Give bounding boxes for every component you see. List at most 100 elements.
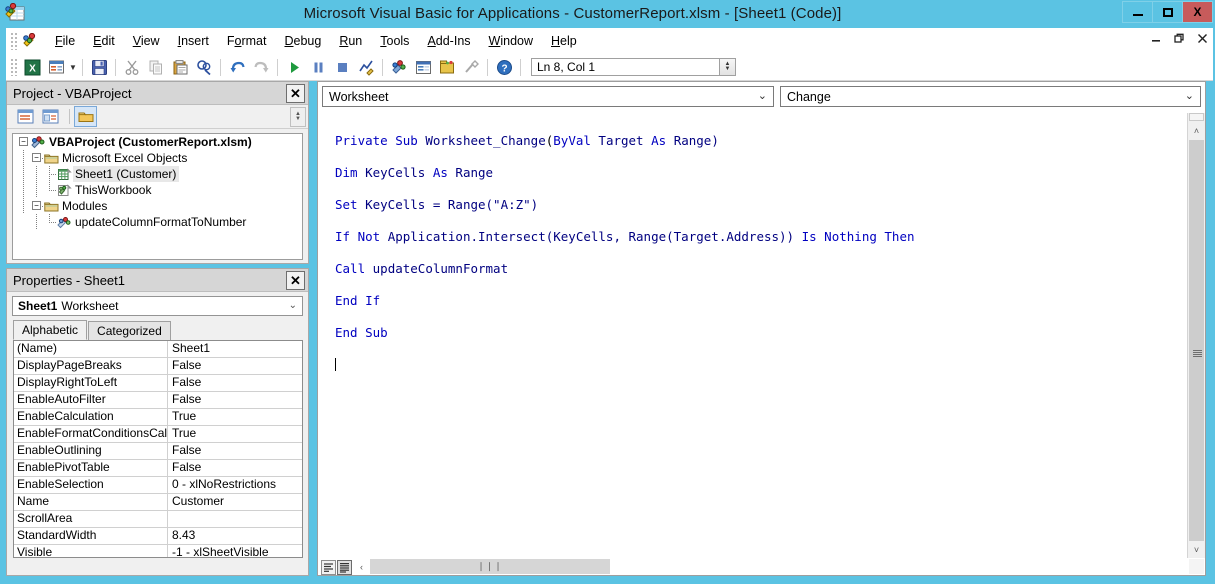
menu-view[interactable]: View bbox=[124, 31, 169, 51]
menu-run[interactable]: Run bbox=[330, 31, 371, 51]
cut-icon[interactable] bbox=[121, 56, 143, 78]
horizontal-scroll-thumb[interactable]: ❘❘❘ bbox=[370, 559, 610, 574]
design-mode-icon[interactable] bbox=[355, 56, 377, 78]
property-value[interactable]: Customer bbox=[168, 494, 302, 510]
doc-minimize-button[interactable] bbox=[1150, 32, 1163, 45]
code-line[interactable]: Private Sub Worksheet_Change(ByVal Targe… bbox=[335, 133, 1188, 149]
minimize-button[interactable] bbox=[1122, 1, 1153, 23]
full-module-view-icon[interactable] bbox=[337, 560, 352, 575]
menu-insert[interactable]: Insert bbox=[169, 31, 218, 51]
scroll-left-arrow-icon[interactable]: ‹ bbox=[353, 558, 370, 575]
menu-debug[interactable]: Debug bbox=[275, 31, 330, 51]
tree-item-sheet1[interactable]: Sheet1 (Customer) bbox=[13, 166, 302, 182]
code-vertical-scrollbar[interactable]: ˄ ˅ bbox=[1187, 113, 1205, 570]
table-row[interactable]: EnableSelection 0 - xlNoRestrictions bbox=[14, 477, 302, 494]
undo-icon[interactable] bbox=[226, 56, 248, 78]
chevron-down-icon[interactable]: ⌄ bbox=[1185, 89, 1194, 102]
code-line[interactable]: End If bbox=[335, 293, 1188, 309]
position-spinner[interactable]: ▲ ▼ bbox=[719, 59, 735, 75]
code-editor[interactable]: Private Sub Worksheet_Change(ByVal Targe… bbox=[319, 113, 1188, 558]
help-icon[interactable]: ? bbox=[493, 56, 515, 78]
table-row[interactable]: EnablePivotTable False bbox=[14, 460, 302, 477]
position-indicator[interactable]: Ln 8, Col 1 ▲ ▼ bbox=[531, 58, 736, 76]
project-explorer-icon[interactable] bbox=[388, 56, 410, 78]
tree-item-modules[interactable]: − Modules bbox=[13, 198, 302, 214]
property-value[interactable]: 8.43 bbox=[168, 528, 302, 544]
property-value[interactable]: False bbox=[168, 443, 302, 459]
dropdown-arrow-icon[interactable]: ▼ bbox=[68, 63, 78, 72]
view-code-icon[interactable] bbox=[15, 107, 36, 126]
find-icon[interactable] bbox=[193, 56, 215, 78]
table-row[interactable]: ScrollArea bbox=[14, 511, 302, 528]
table-row[interactable]: (Name) Sheet1 bbox=[14, 341, 302, 358]
toolbox-icon[interactable] bbox=[460, 56, 482, 78]
tree-item-thisworkbook[interactable]: ThisWorkbook bbox=[13, 182, 302, 198]
table-row[interactable]: EnableOutlining False bbox=[14, 443, 302, 460]
view-excel-icon[interactable]: X bbox=[21, 56, 43, 78]
property-value[interactable]: True bbox=[168, 426, 302, 442]
paste-icon[interactable] bbox=[169, 56, 191, 78]
property-value[interactable]: False bbox=[168, 460, 302, 476]
tree-expander[interactable]: − bbox=[30, 198, 44, 214]
project-panel-spinner[interactable]: ▲ ▼ bbox=[290, 107, 306, 127]
tab-categorized[interactable]: Categorized bbox=[88, 321, 171, 340]
menu-help[interactable]: Help bbox=[542, 31, 586, 51]
tree-item-module-updatecolumnformattonumber[interactable]: updateColumnFormatToNumber bbox=[13, 214, 302, 230]
code-line-cursor[interactable] bbox=[335, 357, 1188, 373]
code-line[interactable]: Set KeyCells = Range("A:Z") bbox=[335, 197, 1188, 213]
properties-window-icon[interactable] bbox=[412, 56, 434, 78]
copy-icon[interactable] bbox=[145, 56, 167, 78]
toggle-folders-icon[interactable] bbox=[74, 106, 97, 127]
menu-grip-icon[interactable] bbox=[10, 32, 18, 50]
reset-icon[interactable] bbox=[331, 56, 353, 78]
property-value[interactable]: False bbox=[168, 392, 302, 408]
menu-file[interactable]: File bbox=[46, 31, 84, 51]
table-row[interactable]: EnableAutoFilter False bbox=[14, 392, 302, 409]
code-line[interactable]: If Not Application.Intersect(KeyCells, R… bbox=[335, 229, 1188, 245]
property-value[interactable]: 0 - xlNoRestrictions bbox=[168, 477, 302, 493]
toolbar-grip-icon[interactable] bbox=[10, 58, 18, 76]
split-bar-handle[interactable] bbox=[1189, 113, 1204, 121]
tree-expander[interactable]: − bbox=[30, 150, 44, 166]
object-combo[interactable]: Worksheet ⌄ bbox=[322, 86, 774, 107]
table-row[interactable]: Visible -1 - xlSheetVisible bbox=[14, 545, 302, 557]
scroll-down-arrow-icon[interactable]: ˅ bbox=[1188, 541, 1205, 558]
break-icon[interactable] bbox=[307, 56, 329, 78]
code-line[interactable]: Dim KeyCells As Range bbox=[335, 165, 1188, 181]
doc-restore-button[interactable] bbox=[1173, 32, 1186, 45]
code-line[interactable]: Call updateColumnFormat bbox=[335, 261, 1188, 277]
menu-edit[interactable]: Edit bbox=[84, 31, 124, 51]
save-icon[interactable] bbox=[88, 56, 110, 78]
properties-object-selector[interactable]: Sheet1 Worksheet ⌄ bbox=[12, 296, 303, 316]
insert-userform-icon[interactable] bbox=[45, 56, 67, 78]
project-tree[interactable]: − VBAProject (CustomerReport.xlsm) − Mic… bbox=[12, 133, 303, 260]
tree-item-excel-objects[interactable]: − Microsoft Excel Objects bbox=[13, 150, 302, 166]
table-row[interactable]: EnableCalculation True bbox=[14, 409, 302, 426]
procedure-view-icon[interactable] bbox=[321, 560, 336, 575]
property-value[interactable] bbox=[168, 511, 302, 527]
object-browser-icon[interactable] bbox=[436, 56, 458, 78]
close-button[interactable]: X bbox=[1182, 1, 1213, 23]
table-row[interactable]: EnableFormatConditionsCalcul True bbox=[14, 426, 302, 443]
chevron-down-icon[interactable]: ⌄ bbox=[289, 300, 297, 311]
code-horizontal-scrollbar[interactable]: ‹ ❘❘❘ bbox=[353, 558, 1188, 575]
scroll-track-remainder[interactable] bbox=[610, 558, 1188, 575]
doc-close-button[interactable] bbox=[1196, 32, 1209, 45]
vertical-scroll-thumb[interactable] bbox=[1189, 140, 1204, 570]
tree-item-vbaproject[interactable]: − VBAProject (CustomerReport.xlsm) bbox=[13, 134, 302, 150]
table-row[interactable]: StandardWidth 8.43 bbox=[14, 528, 302, 545]
run-icon[interactable] bbox=[283, 56, 305, 78]
window-resize-grip[interactable] bbox=[1189, 559, 1204, 574]
tab-alphabetic[interactable]: Alphabetic bbox=[13, 320, 88, 340]
properties-panel-close-button[interactable]: ✕ bbox=[286, 271, 305, 290]
chevron-down-icon[interactable]: ⌄ bbox=[758, 89, 767, 102]
scroll-up-arrow-icon[interactable]: ˄ bbox=[1188, 122, 1205, 139]
property-value[interactable]: True bbox=[168, 409, 302, 425]
property-value[interactable]: -1 - xlSheetVisible bbox=[168, 545, 302, 557]
table-row[interactable]: DisplayPageBreaks False bbox=[14, 358, 302, 375]
procedure-combo[interactable]: Change ⌄ bbox=[780, 86, 1201, 107]
table-row[interactable]: DisplayRightToLeft False bbox=[14, 375, 302, 392]
menu-tools[interactable]: Tools bbox=[371, 31, 418, 51]
redo-icon[interactable] bbox=[250, 56, 272, 78]
property-value[interactable]: False bbox=[168, 375, 302, 391]
